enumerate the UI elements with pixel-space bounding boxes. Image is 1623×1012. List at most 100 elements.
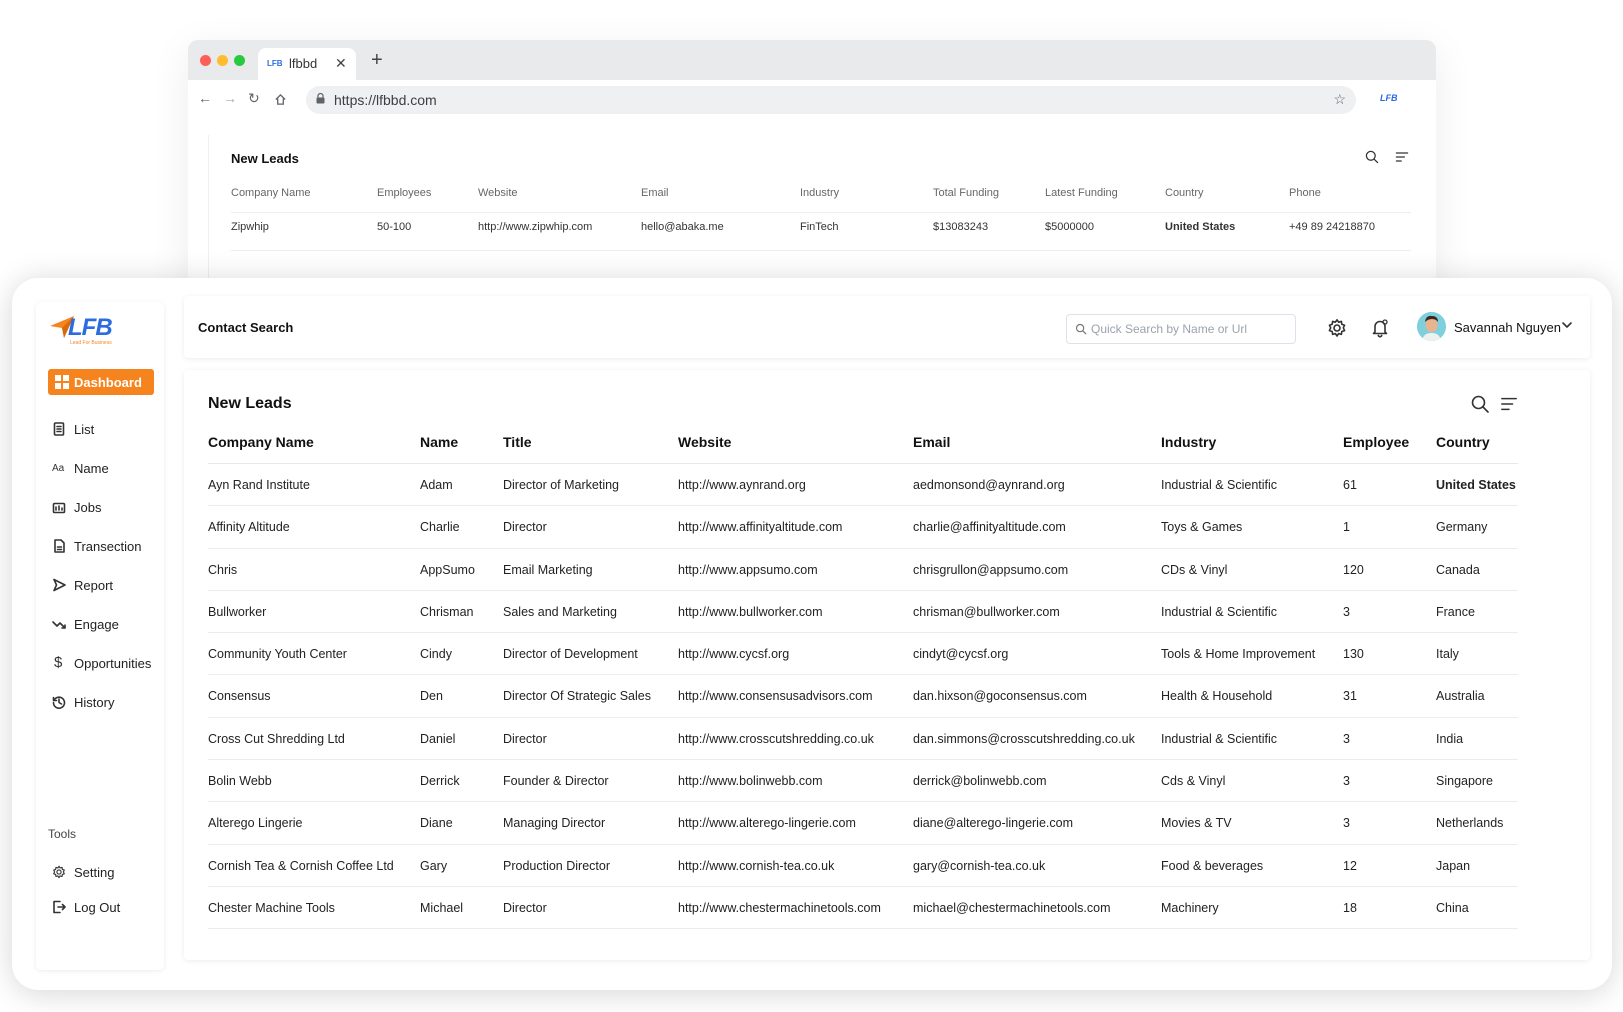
cell-title: Director of Marketing [503,478,620,492]
user-avatar[interactable] [1417,312,1446,341]
sidebar-item-label: Dashboard [74,375,142,390]
sidebar-item-label: Opportunities [74,656,152,671]
column-header-country[interactable]: Country [1436,434,1490,450]
cell-website[interactable]: http://www.cycsf.org [678,647,789,661]
window-maximize-button[interactable] [234,55,245,66]
sidebar-item-logout[interactable]: Log Out [48,897,158,919]
cell-email[interactable]: michael@chestermachinetools.com [913,901,1111,915]
cell-company-name: Alterego Lingerie [208,816,303,831]
sidebar-item-transection[interactable]: Transection [48,536,158,558]
sidebar-item-label: Engage [74,617,119,632]
table-row[interactable]: Alterego Lingerie Diane Managing Director h… [208,802,1518,845]
table-row[interactable]: Chris AppSumo Email Marketing http://www.ap… [208,549,1518,591]
reload-icon[interactable]: ↻ [248,90,260,107]
table-row[interactable]: Affinity Altitude Charlie Director http://w… [208,506,1518,549]
sidebar-item-setting[interactable]: Setting [48,862,158,884]
column-header-email[interactable]: Email [913,434,950,450]
sidebar-item-history[interactable]: History [48,692,158,714]
lfb-logo[interactable]: LFB Lead For Business [48,312,124,348]
tab-favicon-icon: LFB [267,59,283,68]
new-tab-icon[interactable]: + [371,49,383,72]
back-arrow-icon[interactable]: ← [198,90,212,106]
cell-website[interactable]: http://www.bolinwebb.com [678,774,823,788]
new-leads-card: New Leads Company Name Name Title Website Em… [184,370,1590,960]
cell-website[interactable]: http://www.appsumo.com [678,563,818,577]
window-minimize-button[interactable] [217,55,228,66]
cell-email[interactable]: derrick@bolinwebb.com [913,774,1047,788]
cell-name: Daniel [420,731,456,746]
table-row[interactable]: Consensus Den Director Of Strategic Sales h… [208,675,1518,718]
url-text: https://lfbbd.com [334,92,437,108]
forward-arrow-icon[interactable]: → [223,90,237,106]
address-bar[interactable]: https://lfbbd.com ☆ [306,86,1356,114]
cell-website[interactable]: http://www.alterego-lingerie.com [678,816,856,830]
column-header-company-name[interactable]: Company Name [208,434,314,450]
cell-email[interactable]: aedmonsond@aynrand.org [913,478,1065,492]
cell-email[interactable]: dan.hixson@goconsensus.com [913,689,1087,703]
table-filter-icon[interactable] [1500,395,1518,413]
table-row[interactable]: Cornish Tea & Cornish Coffee Ltd Gary Prod… [208,845,1518,887]
quick-search-input[interactable] [1091,320,1289,338]
cell-employee: 18 [1343,900,1357,915]
home-icon[interactable] [274,93,287,106]
column-header-website[interactable]: Website [678,434,731,450]
cell-website[interactable]: http://www.aynrand.org [678,478,806,492]
cell-company-name: Cornish Tea & Cornish Coffee Ltd [208,858,394,873]
cell-company-name: Community Youth Center [208,647,347,662]
table-row[interactable]: Bolin Webb Derrick Founder & Director http:… [208,760,1518,803]
sidebar-item-jobs[interactable]: Jobs [48,497,158,519]
quick-search-box[interactable] [1066,314,1296,344]
table-row[interactable]: Cross Cut Shredding Ltd Daniel Director htt… [208,718,1518,761]
table-row[interactable]: Chester Machine Tools Michael Director http… [208,887,1518,930]
cell-email[interactable]: charlie@affinityaltitude.com [913,520,1066,534]
column-header-title[interactable]: Title [503,434,532,450]
cell-email[interactable]: cindyt@cycsf.org [913,647,1008,661]
cell-title: Sales and Marketing [503,604,617,619]
column-header-industry[interactable]: Industry [1161,434,1216,450]
user-name[interactable]: Savannah Nguyen [1454,320,1561,335]
sidebar-item-report[interactable]: Report [48,575,158,597]
preview-table-cell: United States [1165,221,1236,233]
column-header-employee[interactable]: Employee [1343,434,1409,450]
preview-table-row[interactable]: Zipwhip 50-100 http://www.zipwhip.com hello… [231,213,1411,251]
cell-website[interactable]: http://www.affinityaltitude.com [678,520,842,534]
cell-website[interactable]: http://www.bullworker.com [678,605,823,619]
settings-gear-icon[interactable] [1327,318,1347,338]
sidebar-item-name[interactable]: Aa Name [48,458,158,480]
cell-website[interactable]: http://www.cornish-tea.co.uk [678,859,834,873]
notification-bell-icon[interactable] [1370,318,1390,338]
sidebar-item-opportunities[interactable]: $ Opportunities [48,653,158,675]
preview-column-header: Website [478,187,518,199]
window-close-button[interactable] [200,55,211,66]
cell-website[interactable]: http://www.crosscutshredding.co.uk [678,732,874,746]
table-row[interactable]: Ayn Rand Institute Adam Director of Market… [208,464,1518,507]
cell-website[interactable]: http://www.consensusadvisors.com [678,689,873,703]
cell-email[interactable]: chrisgrullon@appsumo.com [913,563,1068,577]
preview-column-header: Country [1165,187,1204,199]
filter-icon[interactable] [1394,149,1410,165]
tab-close-icon[interactable]: ✕ [335,55,347,72]
sidebar-item-engage[interactable]: Engage [48,614,158,636]
cell-employee: 120 [1343,562,1364,577]
table-row[interactable]: Bullworker Chrisman Sales and Marketing htt… [208,591,1518,634]
cell-email[interactable]: dan.simmons@crosscutshredding.co.uk [913,732,1135,746]
cell-industry: Health & Household [1161,689,1273,704]
trend-icon [52,621,66,629]
sidebar-item-dashboard[interactable]: Dashboard [48,369,154,395]
sidebar: LFB Lead For Business Dashboard List Aa … [36,302,164,970]
cell-email[interactable]: gary@cornish-tea.co.uk [913,859,1045,873]
cell-email[interactable]: diane@alterego-lingerie.com [913,816,1073,830]
sidebar-item-list[interactable]: List [48,419,158,441]
cell-website[interactable]: http://www.chestermachinetools.com [678,901,881,915]
bookmark-star-icon[interactable]: ☆ [1333,91,1346,108]
table-row[interactable]: Community Youth Center Cindy Director of D… [208,633,1518,676]
search-icon[interactable] [1364,149,1380,165]
table-search-icon[interactable] [1470,394,1490,414]
cell-email[interactable]: chrisman@bullworker.com [913,605,1060,619]
browser-tab[interactable]: LFB lfbbd ✕ [258,48,356,80]
extension-logo-icon[interactable]: LFB [1380,93,1398,103]
chevron-down-icon[interactable] [1560,318,1574,332]
app-window: LFB Lead For Business Dashboard List Aa … [12,278,1612,990]
column-header-name[interactable]: Name [420,434,458,450]
browser-tab-bar: LFB lfbbd ✕ + [188,40,1436,80]
